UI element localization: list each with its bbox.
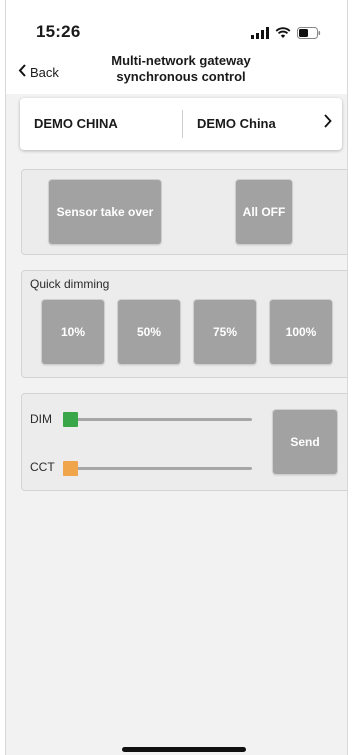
- sensor-take-over-button[interactable]: Sensor take over: [49, 180, 161, 244]
- chevron-left-icon: [18, 64, 26, 80]
- cct-slider-thumb[interactable]: [63, 461, 78, 476]
- status-time: 15:26: [36, 22, 81, 41]
- dim-50-button[interactable]: 50%: [118, 300, 180, 364]
- divider: [182, 110, 183, 138]
- gateway-right-name[interactable]: DEMO China: [197, 116, 276, 131]
- status-icons: [251, 26, 321, 44]
- send-button[interactable]: Send: [273, 410, 337, 474]
- cct-label: CCT: [30, 460, 55, 474]
- dim-slider[interactable]: [63, 412, 252, 427]
- page-title: Multi-network gateway synchronous contro…: [86, 53, 276, 85]
- gateway-left-name: DEMO CHINA: [34, 116, 118, 131]
- dim-10-button[interactable]: 10%: [42, 300, 104, 364]
- all-off-button[interactable]: All OFF: [236, 180, 292, 244]
- quick-dimming-panel: Quick dimming 10% 50% 75% 100%: [21, 270, 347, 378]
- battery-icon: [297, 26, 321, 44]
- gateway-selector[interactable]: DEMO CHINA DEMO China: [20, 98, 342, 150]
- signal-icon: [251, 26, 269, 44]
- page-title-line1: Multi-network gateway: [111, 53, 251, 68]
- dim-label: DIM: [30, 412, 52, 426]
- quick-dimming-label: Quick dimming: [30, 277, 110, 291]
- cct-slider[interactable]: [63, 461, 252, 476]
- dim-slider-thumb[interactable]: [63, 412, 78, 427]
- back-button[interactable]: Back: [18, 64, 59, 80]
- navigation-bar: Back Multi-network gateway synchronous c…: [6, 46, 347, 94]
- actions-panel: Sensor take over All OFF: [21, 169, 347, 255]
- wifi-icon: [275, 26, 291, 44]
- home-indicator: [122, 747, 246, 752]
- app-screen: 15:26 Back Multi-network gateway synchro…: [5, 0, 348, 755]
- page-title-line2: synchronous control: [116, 69, 246, 84]
- dim-75-button[interactable]: 75%: [194, 300, 256, 364]
- slider-panel: DIM CCT Send: [21, 393, 347, 491]
- status-bar: 15:26: [6, 0, 347, 46]
- dim-100-button[interactable]: 100%: [270, 300, 332, 364]
- chevron-right-icon[interactable]: [324, 114, 332, 133]
- back-label: Back: [30, 64, 59, 80]
